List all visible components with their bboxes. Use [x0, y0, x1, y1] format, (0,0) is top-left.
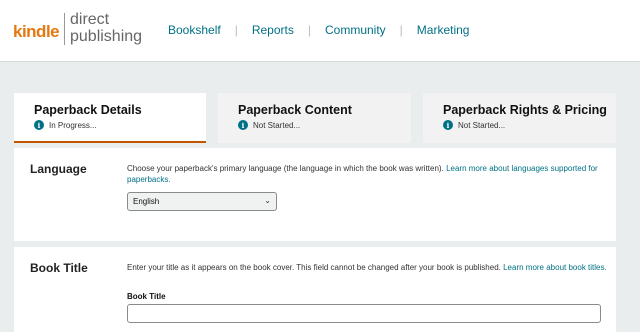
language-select[interactable]: English ⌄: [127, 192, 277, 211]
nav-separator: |: [234, 23, 238, 37]
tab-status-text: Not Started...: [253, 120, 301, 130]
info-icon: i: [238, 120, 248, 130]
tab-title: Paperback Details: [34, 103, 142, 117]
chevron-down-icon: ⌄: [264, 196, 271, 205]
book-title-description: Enter your title as it appears on the bo…: [127, 262, 607, 273]
book-title-learn-more-link[interactable]: Learn more about book titles.: [503, 263, 607, 272]
language-heading: Language: [30, 162, 87, 176]
logo-divider: [64, 13, 65, 45]
nav-separator: |: [307, 23, 311, 37]
tab-status-text: In Progress...: [49, 120, 97, 130]
book-title-section: Book Title Enter your title as it appear…: [14, 247, 616, 332]
logo-kindle: kindle: [13, 22, 60, 41]
tab-status: i Not Started...: [238, 120, 300, 130]
language-description: Choose your paperback's primary language…: [127, 163, 607, 185]
nav-reports[interactable]: Reports: [252, 23, 294, 37]
language-description-text: Choose your paperback's primary language…: [127, 164, 444, 173]
logo-publishing: publishing: [70, 28, 143, 45]
nav-community[interactable]: Community: [325, 23, 386, 37]
info-icon: i: [443, 120, 453, 130]
nav-marketing[interactable]: Marketing: [417, 23, 470, 37]
language-select-value: English: [133, 197, 160, 206]
tab-paperback-rights-pricing[interactable]: Paperback Rights & Pricing i Not Started…: [423, 93, 616, 143]
tab-paperback-details[interactable]: Paperback Details i In Progress...: [14, 93, 206, 143]
book-title-description-text: Enter your title as it appears on the bo…: [127, 263, 501, 272]
tab-title: Paperback Rights & Pricing: [443, 103, 607, 117]
nav-separator: |: [399, 23, 403, 37]
tab-status: i In Progress...: [34, 120, 97, 130]
info-icon: i: [34, 120, 44, 130]
nav-bookshelf[interactable]: Bookshelf: [168, 23, 221, 37]
tab-status-text: Not Started...: [458, 120, 506, 130]
top-bar: kindle direct publishing Bookshelf | Rep…: [0, 0, 640, 62]
book-title-input[interactable]: [127, 304, 601, 323]
tab-status: i Not Started...: [443, 120, 505, 130]
tab-paperback-content[interactable]: Paperback Content i Not Started...: [218, 93, 411, 143]
book-title-field-label: Book Title: [127, 292, 166, 301]
logo-direct: direct: [70, 11, 110, 28]
tab-title: Paperback Content: [238, 103, 352, 117]
main-nav: Bookshelf | Reports | Community | Market…: [168, 23, 469, 37]
language-section: Language Choose your paperback's primary…: [14, 148, 616, 241]
book-title-heading: Book Title: [30, 261, 88, 275]
